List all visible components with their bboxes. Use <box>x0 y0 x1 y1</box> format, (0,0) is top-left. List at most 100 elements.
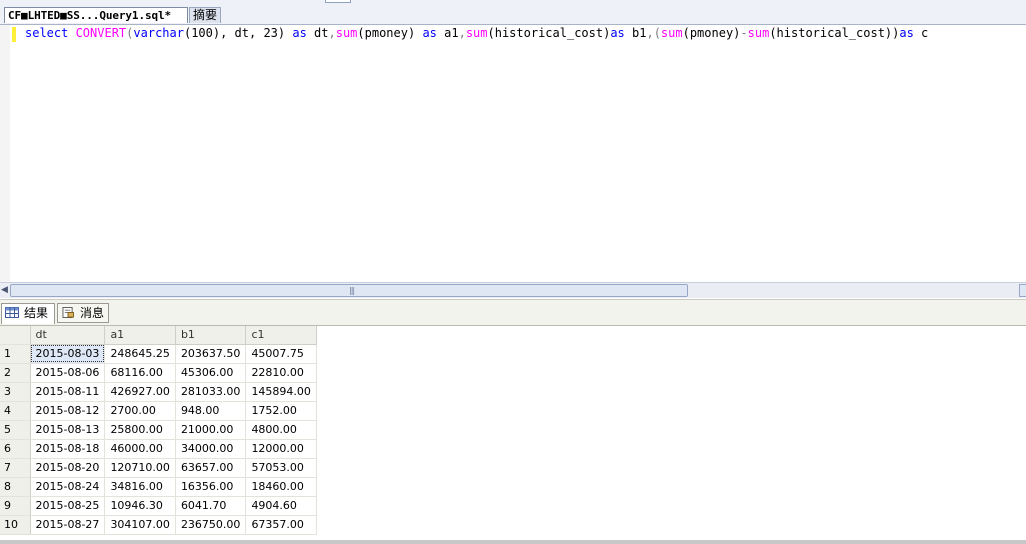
cell-dt[interactable]: 2015-08-27 <box>30 515 106 535</box>
cell-c1[interactable]: 4800.00 <box>245 420 317 440</box>
cell-a1[interactable]: 426927.00 <box>104 382 176 402</box>
sql-token: (historical_cost) <box>487 26 611 40</box>
cell-c1[interactable]: 18460.00 <box>245 477 317 497</box>
query-editor[interactable]: select CONVERT(varchar(100), dt, 23) as … <box>0 25 1026 282</box>
cell-c1[interactable]: 4904.60 <box>245 496 317 516</box>
row-number[interactable]: 10 <box>0 515 31 535</box>
cell-c1[interactable]: 57053.00 <box>245 458 317 478</box>
cell-dt[interactable]: 2015-08-06 <box>30 363 106 383</box>
tab-messages-label: 消息 <box>80 306 105 320</box>
cell-dt[interactable]: 2015-08-12 <box>30 401 106 421</box>
grid-icon <box>5 307 19 318</box>
row-number[interactable]: 1 <box>0 344 31 364</box>
cell-c1[interactable]: 67357.00 <box>245 515 317 535</box>
table-row: 1 2015-08-03 248645.25 203637.50 45007.7… <box>0 344 317 364</box>
cell-b1[interactable]: 16356.00 <box>175 477 247 497</box>
table-row: 8 2015-08-24 34816.00 16356.00 18460.00 <box>0 477 317 497</box>
sql-token: CONVERT <box>75 26 127 40</box>
tab-summary[interactable]: 摘要 <box>189 7 221 23</box>
editor-tab-strip: CF■LHTED■SS...Query1.sql* 摘要 <box>0 0 1026 25</box>
cell-dt[interactable]: 2015-08-13 <box>30 420 106 440</box>
row-number[interactable]: 7 <box>0 458 31 478</box>
tab-results[interactable]: 结果 <box>1 303 55 324</box>
sql-token: (pmoney) <box>357 26 423 40</box>
sql-token: dt <box>306 26 329 40</box>
cell-c1[interactable]: 1752.00 <box>245 401 317 421</box>
row-number[interactable]: 2 <box>0 363 31 383</box>
cell-a1[interactable]: 120710.00 <box>104 458 176 478</box>
sql-token: , <box>458 26 466 40</box>
horizontal-scrollbar[interactable]: ◀ ||| <box>0 282 1026 298</box>
cell-b1[interactable]: 203637.50 <box>175 344 247 364</box>
message-icon <box>62 307 74 318</box>
cell-b1[interactable]: 63657.00 <box>175 458 247 478</box>
table-row: 3 2015-08-11 426927.00 281033.00 145894.… <box>0 382 317 402</box>
cell-dt[interactable]: 2015-08-25 <box>30 496 106 516</box>
sql-token: as <box>422 26 437 40</box>
cell-b1[interactable]: 6041.70 <box>175 496 247 516</box>
editor-gutter <box>0 25 10 282</box>
column-header-dt[interactable]: dt <box>30 326 106 345</box>
scrollbar-thumb[interactable]: ||| <box>10 284 688 297</box>
grid-header-row: dt a1 b1 c1 <box>0 326 317 345</box>
column-header-b1[interactable]: b1 <box>175 326 247 345</box>
cell-b1[interactable]: 236750.00 <box>175 515 247 535</box>
cell-a1[interactable]: 68116.00 <box>104 363 176 383</box>
cell-a1[interactable]: 10946.30 <box>104 496 176 516</box>
table-row: 4 2015-08-12 2700.00 948.00 1752.00 <box>0 401 317 421</box>
tab-messages[interactable]: 消息 <box>57 303 109 323</box>
scroll-left-arrow-icon[interactable]: ◀ <box>1 285 8 296</box>
results-grid[interactable]: dt a1 b1 c1 1 2015-08-03 248645.25 20363… <box>0 326 1026 540</box>
sql-line-1[interactable]: select CONVERT(varchar(100), dt, 23) as … <box>25 25 928 42</box>
cell-dt[interactable]: 2015-08-18 <box>30 439 106 459</box>
cell-c1[interactable]: 12000.00 <box>245 439 317 459</box>
row-number-header[interactable] <box>0 326 31 345</box>
cell-a1[interactable]: 34816.00 <box>104 477 176 497</box>
cell-a1[interactable]: 2700.00 <box>104 401 176 421</box>
column-header-a1[interactable]: a1 <box>104 326 176 345</box>
cell-dt[interactable]: 2015-08-20 <box>30 458 106 478</box>
cell-a1[interactable]: 248645.25 <box>104 344 176 364</box>
cell-a1[interactable]: 304107.00 <box>104 515 176 535</box>
table-row: 6 2015-08-18 46000.00 34000.00 12000.00 <box>0 439 317 459</box>
cell-b1[interactable]: 45306.00 <box>175 363 247 383</box>
sql-token: b1 <box>624 26 647 40</box>
sql-token: sum <box>465 26 488 40</box>
row-number[interactable]: 5 <box>0 420 31 440</box>
cell-dt[interactable]: 2015-08-24 <box>30 477 106 497</box>
sql-token: (historical_cost)) <box>769 26 900 40</box>
sql-token: ,( <box>646 26 661 40</box>
sql-token: sum <box>747 26 770 40</box>
sql-token: a1 <box>436 26 459 40</box>
row-number[interactable]: 3 <box>0 382 31 402</box>
cell-b1[interactable]: 281033.00 <box>175 382 247 402</box>
cell-a1[interactable]: 25800.00 <box>104 420 176 440</box>
tab-query1-sql[interactable]: CF■LHTED■SS...Query1.sql* <box>4 7 188 23</box>
row-number[interactable]: 6 <box>0 439 31 459</box>
sql-token: as <box>899 26 914 40</box>
scrollbar-right-edge[interactable] <box>1019 284 1026 297</box>
sql-token: (100), dt, 23) <box>183 26 293 40</box>
row-number[interactable]: 8 <box>0 477 31 497</box>
pane-bottom-edge <box>0 540 1026 544</box>
cell-a1[interactable]: 46000.00 <box>104 439 176 459</box>
cell-b1[interactable]: 34000.00 <box>175 439 247 459</box>
cell-c1[interactable]: 145894.00 <box>245 382 317 402</box>
cell-b1[interactable]: 948.00 <box>175 401 247 421</box>
row-number[interactable]: 4 <box>0 401 31 421</box>
cell-c1[interactable]: 45007.75 <box>245 344 317 364</box>
changed-line-marker <box>12 27 16 42</box>
cell-dt[interactable]: 2015-08-11 <box>30 382 106 402</box>
cell-b1[interactable]: 21000.00 <box>175 420 247 440</box>
sql-token: , <box>328 26 336 40</box>
cell-dt[interactable]: 2015-08-03 <box>30 344 106 364</box>
sql-token: as <box>292 26 307 40</box>
row-number[interactable]: 9 <box>0 496 31 516</box>
column-header-c1[interactable]: c1 <box>245 326 317 345</box>
sql-token: (pmoney) <box>682 26 741 40</box>
cell-c1[interactable]: 22810.00 <box>245 363 317 383</box>
table-row: 5 2015-08-13 25800.00 21000.00 4800.00 <box>0 420 317 440</box>
tab-results-label: 结果 <box>24 306 49 320</box>
sql-token: varchar <box>133 26 184 40</box>
table-row: 10 2015-08-27 304107.00 236750.00 67357.… <box>0 515 317 535</box>
